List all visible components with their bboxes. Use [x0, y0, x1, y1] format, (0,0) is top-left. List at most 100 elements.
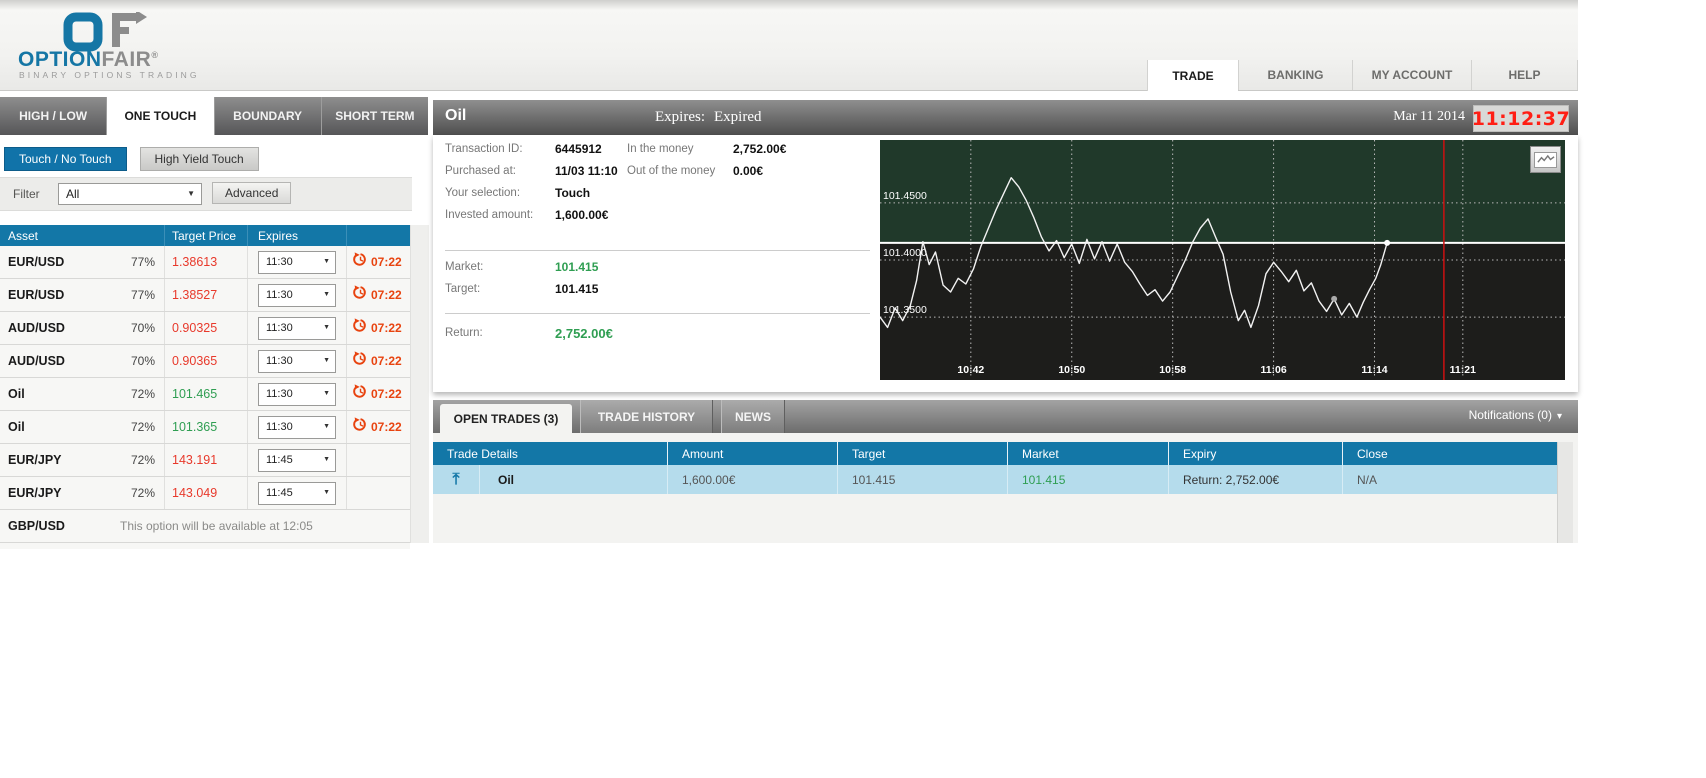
asset-cell: 143.191 — [165, 444, 248, 476]
detail-value: 1,600.00€ — [555, 208, 609, 222]
filter-bar: Filter All ▼ Advanced — [0, 177, 412, 211]
asset-row[interactable]: EUR/USD 77% 1.38527 11:30 ▼ 07:22 — [0, 279, 410, 312]
expiry-select[interactable]: 11:30 ▼ — [258, 415, 336, 439]
asset-cell: EUR/USD 77% — [0, 246, 165, 278]
asset-target-price: 1.38613 — [172, 255, 218, 269]
expiry-select[interactable]: 11:30 ▼ — [258, 316, 336, 340]
countdown-text: 07:22 — [371, 354, 402, 368]
asset-name: Oil — [8, 420, 25, 434]
asset-cell: AUD/USD 70% — [0, 345, 165, 377]
chart-zone-above-target — [880, 140, 1565, 243]
detail-label: Invested amount: — [445, 209, 534, 221]
asset-row[interactable]: Oil 72% 101.365 11:30 ▼ 07:22 — [0, 411, 410, 444]
expiry-select[interactable]: 11:30 ▼ — [258, 349, 336, 373]
expiry-select-value: 11:30 — [266, 354, 293, 367]
expires-status: Expires: Expired — [655, 109, 762, 125]
trade-asset: Oil — [480, 465, 668, 494]
chevron-down-icon: ▼ — [323, 290, 330, 298]
trade-panel-header: Oil Expires: Expired Mar 11 2014 11:12:37 — [433, 100, 1578, 135]
trade-market: 101.415 — [1008, 465, 1169, 494]
nav-tab-banking[interactable]: BANKING — [1238, 60, 1352, 90]
asset-cell: 101.465 — [165, 378, 248, 410]
current-date: Mar 11 2014 — [1393, 109, 1465, 124]
column-header-expires: Expires — [248, 225, 347, 246]
asset-row[interactable]: EUR/JPY 72% 143.191 11:45 ▼ — [0, 444, 410, 477]
expiry-select[interactable]: 11:45 ▼ — [258, 481, 336, 505]
nav-tab-my-account[interactable]: MY ACCOUNT — [1352, 60, 1471, 90]
optionfair-logo[interactable]: OPTIONFAIR® BINARY OPTIONS TRADING — [14, 4, 224, 84]
countdown-text: 07:22 — [371, 420, 402, 434]
return-label: Return: — [445, 327, 483, 339]
asset-list-scrollbar[interactable] — [410, 225, 429, 543]
logo-wordmark: OPTIONFAIR® — [18, 48, 159, 71]
asset-cell: 11:30 ▼ — [248, 378, 347, 410]
asset-target-price: 143.191 — [172, 453, 218, 467]
tab-news[interactable]: NEWS — [721, 400, 785, 433]
y-axis-label: 101.3500 — [883, 304, 927, 316]
bottom-tabs: OPEN TRADES (3) TRADE HISTORY NEWS — [440, 400, 785, 433]
asset-row-partial — [0, 543, 410, 550]
asset-cell: 11:30 ▼ — [248, 246, 347, 278]
expiry-select-value: 11:30 — [266, 288, 293, 301]
asset-row[interactable]: GBP/USD This option will be available at … — [0, 510, 410, 543]
countdown-text: 07:22 — [371, 255, 402, 269]
return-value: 2,752.00€ — [555, 326, 613, 341]
asset-cell: 11:30 ▼ — [248, 345, 347, 377]
x-axis-label: 11:06 — [1260, 364, 1286, 376]
countdown-clock-icon — [353, 384, 368, 404]
asset-row[interactable]: EUR/USD 77% 1.38613 11:30 ▼ 07:22 — [0, 246, 410, 279]
asset-target-price: 143.049 — [172, 486, 218, 500]
main-nav-tabs: TRADE BANKING MY ACCOUNT HELP — [1147, 60, 1578, 91]
expiry-select[interactable]: 11:45 ▼ — [258, 448, 336, 472]
price-chart-canvas: 101.4500101.4000101.350010:42 10:50 10:58 1… — [879, 140, 1565, 380]
money-label: In the money — [627, 143, 694, 155]
asset-table-header: Asset Target Price Expires — [0, 225, 410, 246]
expiry-select[interactable]: 11:30 ▼ — [258, 283, 336, 307]
countdown-clock-icon — [353, 351, 368, 371]
mode-button-touch-no-touch[interactable]: Touch / No Touch — [4, 147, 127, 171]
expiry-select-value: 11:45 — [266, 453, 293, 466]
asset-payout: 70% — [130, 321, 155, 335]
sidebar-tab-high-low[interactable]: HIGH / LOW — [0, 97, 108, 135]
y-axis-label: 101.4500 — [883, 190, 927, 202]
asset-cell: 11:30 ▼ — [248, 312, 347, 344]
bottom-tabbar: OPEN TRADES (3) TRADE HISTORY NEWS Notific… — [433, 400, 1578, 433]
asset-row[interactable]: EUR/JPY 72% 143.049 11:45 ▼ — [0, 477, 410, 510]
expiry-select[interactable]: 11:30 ▼ — [258, 250, 336, 274]
column-header-close: Close — [1357, 446, 1388, 461]
sidebar-tab-short-term[interactable]: SHORT TERM — [321, 97, 428, 135]
asset-name: EUR/USD — [8, 288, 65, 302]
asset-payout: 72% — [130, 387, 155, 401]
asset-cell: 143.049 — [165, 477, 248, 509]
asset-row[interactable]: AUD/USD 70% 0.90365 11:30 ▼ 07:22 — [0, 345, 410, 378]
nav-tab-help[interactable]: HELP — [1471, 60, 1578, 90]
line-chart-icon — [1534, 151, 1557, 168]
notifications-toggle[interactable]: Notifications (0) ▾ — [1469, 408, 1562, 422]
tab-trade-history[interactable]: TRADE HISTORY — [580, 400, 713, 433]
asset-cell: 1.38527 — [165, 279, 248, 311]
nav-tab-trade[interactable]: TRADE — [1147, 60, 1238, 91]
chart-type-button[interactable] — [1530, 146, 1561, 173]
divider — [445, 313, 870, 314]
sidebar-tab-boundary[interactable]: BOUNDARY — [214, 97, 322, 135]
chevron-down-icon: ▼ — [323, 389, 330, 397]
advanced-button[interactable]: Advanced — [212, 182, 292, 204]
filter-select[interactable]: All ▼ — [58, 183, 202, 205]
expiry-select[interactable]: 11:30 ▼ — [258, 382, 336, 406]
mode-button-high-yield-touch[interactable]: High Yield Touch — [139, 147, 259, 171]
asset-payout: 77% — [130, 255, 155, 269]
column-header-target: Target — [838, 442, 1008, 465]
column-header-expiry: Expiry — [1169, 442, 1343, 465]
asset-row[interactable]: AUD/USD 70% 0.90325 11:30 ▼ 07:22 — [0, 312, 410, 345]
asset-target-price: 0.90325 — [172, 321, 218, 335]
column-header-target-price: Target Price — [165, 225, 248, 246]
trade-close: N/A — [1357, 472, 1378, 487]
asset-row[interactable]: Oil 72% 101.465 11:30 ▼ 07:22 — [0, 378, 410, 411]
tab-open-trades-3[interactable]: OPEN TRADES (3) — [440, 404, 572, 433]
detail-label: Transaction ID: — [445, 143, 523, 155]
sidebar-tab-one-touch[interactable]: ONE TOUCH — [107, 97, 215, 135]
asset-cell — [347, 477, 410, 509]
trades-table-scrollbar[interactable] — [1557, 442, 1573, 543]
trade-row[interactable]: ⤒ Oil 1,600.00€ 101.415 101.415 Return: 2,752… — [433, 465, 1557, 494]
asset-cell: 07:22 — [347, 378, 410, 410]
